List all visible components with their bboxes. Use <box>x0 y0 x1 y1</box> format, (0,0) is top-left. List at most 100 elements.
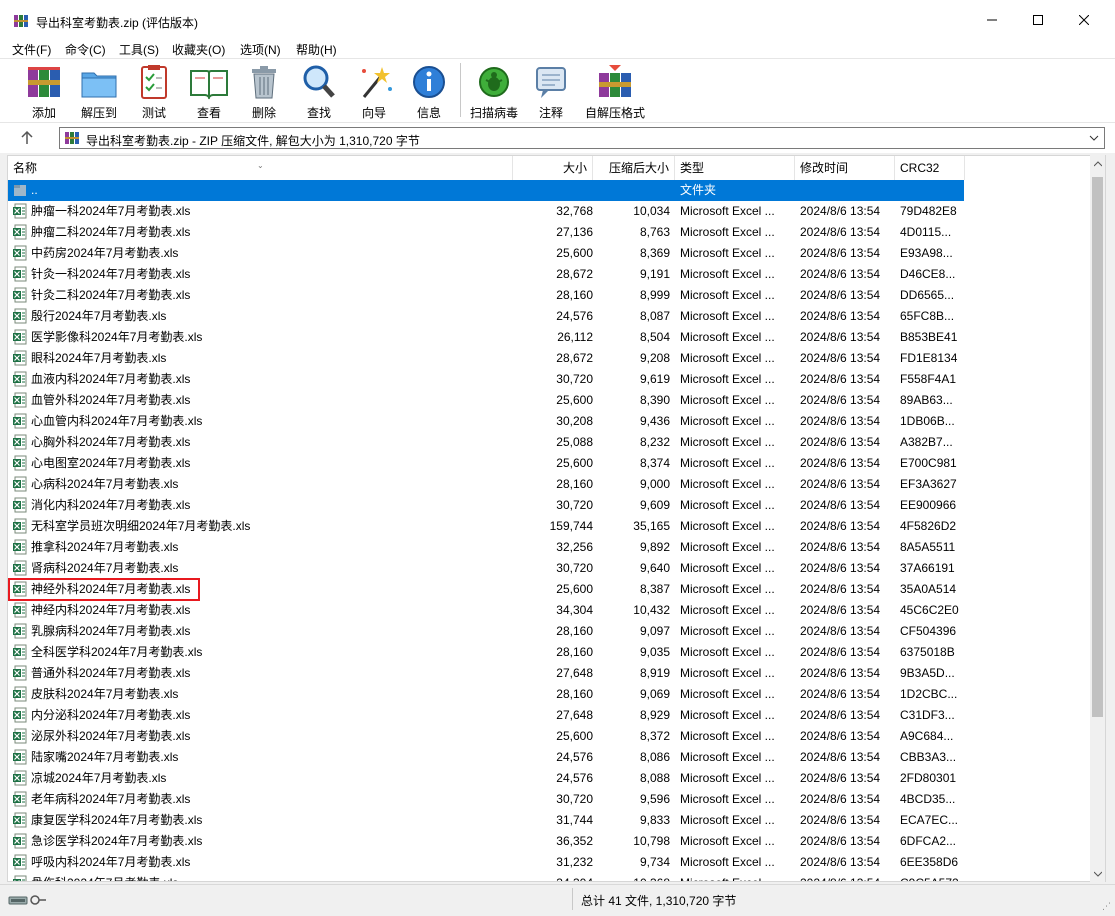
file-row[interactable]: 肾病科2024年7月考勤表.xls 30,720 9,640 Microsoft Ex… <box>8 558 1091 579</box>
file-row[interactable]: 骨伤科2024年7月考勤表.xls 34,30410,368 Microsoft E… <box>8 873 1091 881</box>
excel-file-icon <box>13 749 27 765</box>
file-type: Microsoft Excel ... <box>680 603 775 617</box>
virus-scan-button[interactable]: 扫描病毒 <box>466 63 522 121</box>
file-packed-size: 9,069 <box>639 687 670 701</box>
file-modified: 2024/8/6 13:54 <box>800 582 881 596</box>
column-header-name[interactable]: 名称 ⌄ <box>8 156 513 180</box>
test-button[interactable]: 测试 <box>126 63 182 121</box>
file-crc: 1D2CBC... <box>900 687 958 701</box>
file-row[interactable]: 乳腺病科2024年7月考勤表.xls 28,160 9,097 Microsoft E… <box>8 621 1091 642</box>
file-crc: C9C5A572 <box>900 873 966 881</box>
file-row[interactable]: 肿瘤二科2024年7月考勤表.xls 27,136 8,763 Microsoft E… <box>8 222 1091 243</box>
file-name: 血管外科2024年7月考勤表.xls <box>31 393 191 407</box>
file-row[interactable]: 医学影像科2024年7月考勤表.xls 26,112 8,504 Microsoft … <box>8 327 1091 348</box>
file-row[interactable]: 血管外科2024年7月考勤表.xls 25,600 8,390 Microsoft E… <box>8 390 1091 411</box>
info-label: 信息 <box>416 106 441 120</box>
maximize-button[interactable] <box>1015 0 1061 40</box>
file-modified: 2024/8/6 13:54 <box>800 708 881 722</box>
file-type: Microsoft Excel ... <box>680 456 775 470</box>
column-header-packed[interactable]: 压缩后大小 <box>593 156 675 180</box>
vertical-scrollbar[interactable] <box>1090 155 1105 882</box>
excel-file-icon <box>13 644 27 660</box>
scroll-up-button[interactable] <box>1090 155 1105 172</box>
excel-file-icon <box>13 560 27 576</box>
close-button[interactable] <box>1061 0 1107 40</box>
file-packed-size: 8,369 <box>639 246 670 260</box>
menu-tools[interactable]: 工具(S) <box>119 41 159 58</box>
sfx-button[interactable]: 自解压格式 <box>580 63 650 121</box>
file-row[interactable]: 泌尿外科2024年7月考勤表.xls 25,600 8,372 Microsoft E… <box>8 726 1091 747</box>
file-type: Microsoft Excel ... <box>680 771 775 785</box>
title-bar[interactable]: 导出科室考勤表.zip (评估版本) <box>0 0 1115 40</box>
file-row[interactable]: 内分泌科2024年7月考勤表.xls 27,648 8,929 Microsoft E… <box>8 705 1091 726</box>
excel-file-icon <box>13 875 27 881</box>
file-row[interactable]: 心电图室2024年7月考勤表.xls 25,600 8,374 Microsoft E… <box>8 453 1091 474</box>
menu-command[interactable]: 命令(C) <box>65 41 106 58</box>
scroll-thumb[interactable] <box>1092 177 1103 717</box>
up-arrow-icon[interactable] <box>18 129 36 147</box>
file-row[interactable]: 眼科2024年7月考勤表.xls 28,672 9,208 Microsoft Exc… <box>8 348 1091 369</box>
wizard-button[interactable]: 向导 <box>346 63 402 121</box>
status-summary: 总计 41 文件, 1,310,720 字节 <box>581 894 737 908</box>
column-header-type[interactable]: 类型 <box>675 156 795 180</box>
path-combobox[interactable]: 导出科室考勤表.zip - ZIP 压缩文件, 解包大小为 1,310,720 … <box>59 127 1105 149</box>
file-row[interactable]: 全科医学科2024年7月考勤表.xls 28,160 9,035 Microsoft … <box>8 642 1091 663</box>
comment-button[interactable]: 注释 <box>523 63 579 121</box>
file-size: 30,720 <box>556 792 593 806</box>
maximize-icon <box>1033 15 1043 25</box>
file-row[interactable]: 急诊医学科2024年7月考勤表.xls 36,352 10,798 Microsoft… <box>8 831 1091 852</box>
file-row[interactable]: 无科室学员班次明细2024年7月考勤表.xls 159,744 35,165 Micr… <box>8 516 1091 537</box>
file-row[interactable]: 神经内科2024年7月考勤表.xls 34,304 10,432 Microsoft … <box>8 600 1091 621</box>
extract-to-button[interactable]: 解压到 <box>71 63 127 121</box>
file-row[interactable]: 康复医学科2024年7月考勤表.xls 31,744 9,833 Microsoft … <box>8 810 1091 831</box>
column-header-modified[interactable]: 修改时间 <box>795 156 895 180</box>
menu-options[interactable]: 选项(N) <box>240 41 281 58</box>
menu-help[interactable]: 帮助(H) <box>296 41 337 58</box>
file-list[interactable]: 名称 ⌄ 大小 压缩后大小 类型 修改时间 CRC32 .. 文件夹 肿瘤一科2… <box>7 155 1106 882</box>
find-button[interactable]: 查找 <box>291 63 347 121</box>
column-header-crc[interactable]: CRC32 <box>895 156 965 180</box>
file-modified: 2024/8/6 13:54 <box>800 792 881 806</box>
menu-favorites[interactable]: 收藏夹(O) <box>172 41 225 58</box>
file-name: 乳腺病科2024年7月考勤表.xls <box>31 624 191 638</box>
resize-grip-icon[interactable]: ⋰ <box>1102 901 1111 912</box>
file-row[interactable]: 神经外科2024年7月考勤表.xls 25,600 8,387 Microsoft E… <box>8 579 1091 600</box>
file-row[interactable]: 陆家嘴2024年7月考勤表.xls 24,576 8,086 Microsoft Ex… <box>8 747 1091 768</box>
column-header-size[interactable]: 大小 <box>513 156 593 180</box>
file-row[interactable]: 心胸外科2024年7月考勤表.xls 25,088 8,232 Microsoft E… <box>8 432 1091 453</box>
file-row[interactable]: 凉城2024年7月考勤表.xls 24,576 8,088 Microsoft Exc… <box>8 768 1091 789</box>
info-button[interactable]: 信息 <box>401 63 457 121</box>
info-icon <box>413 66 445 98</box>
menu-file[interactable]: 文件(F) <box>12 41 51 58</box>
file-row[interactable]: 血液内科2024年7月考勤表.xls 30,720 9,619 Microsoft E… <box>8 369 1091 390</box>
magnifier-icon <box>303 65 335 98</box>
file-row[interactable]: 消化内科2024年7月考勤表.xls 30,720 9,609 Microsoft E… <box>8 495 1091 516</box>
file-row[interactable]: 普通外科2024年7月考勤表.xls 27,648 8,919 Microsoft E… <box>8 663 1091 684</box>
file-row[interactable]: 心病科2024年7月考勤表.xls 28,160 9,000 Microsoft Ex… <box>8 474 1091 495</box>
file-size: 24,576 <box>556 309 593 323</box>
parent-folder-row[interactable]: .. 文件夹 <box>8 180 964 201</box>
file-row[interactable]: 殷行2024年7月考勤表.xls 24,576 8,087 Microsoft Exc… <box>8 306 1091 327</box>
file-modified: 2024/8/6 13:54 <box>800 498 881 512</box>
file-packed-size: 8,390 <box>639 393 670 407</box>
add-button[interactable]: 添加 <box>16 63 72 121</box>
file-row[interactable]: 肿瘤一科2024年7月考勤表.xls 32,768 10,034 Microsoft … <box>8 201 1091 222</box>
excel-file-icon <box>13 413 27 429</box>
file-row[interactable]: 针灸一科2024年7月考勤表.xls 28,672 9,191 Microsoft E… <box>8 264 1091 285</box>
file-name-cell: 殷行2024年7月考勤表.xls <box>12 306 512 327</box>
file-row[interactable]: 推拿科2024年7月考勤表.xls 32,256 9,892 Microsoft Ex… <box>8 537 1091 558</box>
scroll-down-button[interactable] <box>1090 865 1105 882</box>
view-button[interactable]: 查看 <box>181 63 237 121</box>
file-row[interactable]: 针灸二科2024年7月考勤表.xls 28,160 8,999 Microsoft E… <box>8 285 1091 306</box>
file-crc: 8A5A5511 <box>900 540 956 554</box>
file-row[interactable]: 老年病科2024年7月考勤表.xls 30,720 9,596 Microsoft E… <box>8 789 1091 810</box>
close-icon <box>1079 15 1089 25</box>
chevron-down-icon[interactable] <box>1088 131 1100 145</box>
file-crc: 4F5826D2 <box>900 519 957 533</box>
minimize-button[interactable] <box>969 0 1015 40</box>
file-row[interactable]: 皮肤科2024年7月考勤表.xls 28,160 9,069 Microsoft Ex… <box>8 684 1091 705</box>
file-row[interactable]: 中药房2024年7月考勤表.xls 25,600 8,369 Microsoft Ex… <box>8 243 1091 264</box>
delete-button[interactable]: 删除 <box>236 63 292 121</box>
file-row[interactable]: 呼吸内科2024年7月考勤表.xls 31,232 9,734 Microsoft E… <box>8 852 1091 873</box>
file-row[interactable]: 心血管内科2024年7月考勤表.xls 30,208 9,436 Microsoft … <box>8 411 1091 432</box>
